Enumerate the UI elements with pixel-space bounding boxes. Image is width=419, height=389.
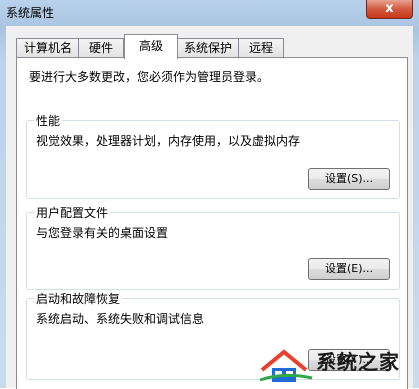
title-bar[interactable]: 系统属性 x: [0, 0, 419, 24]
group-desc-startup-recovery: 系统启动、系统失败和调试信息: [36, 312, 205, 326]
tab-remote[interactable]: 远程: [238, 38, 284, 58]
admin-note: 要进行大多数更改，您必须作为管理员登录。: [29, 70, 270, 84]
site-watermark: 系统之家: [258, 340, 419, 388]
tab-hardware[interactable]: 硬件: [78, 38, 124, 58]
window-title: 系统属性: [6, 6, 55, 20]
performance-group: 性能 视觉效果，处理器计划，内存使用，以及虚拟内存 设置(S)...: [26, 112, 400, 199]
performance-settings-button[interactable]: 设置(S)...: [308, 168, 390, 190]
close-button[interactable]: x: [366, 0, 413, 19]
group-title-performance: 性能: [34, 112, 63, 129]
window-frame: 系统属性 x 计算机名 硬件 高级 系统保护 远程 要进行大多数更改，您必须作为…: [0, 0, 419, 389]
group-title-startup-recovery: 启动和故障恢复: [34, 290, 123, 307]
user-profiles-settings-button[interactable]: 设置(E)...: [308, 258, 390, 280]
group-title-user-profiles: 用户配置文件: [34, 204, 111, 221]
user-profiles-group: 用户配置文件 与您登录有关的桌面设置 设置(E)...: [26, 204, 400, 290]
group-desc-performance: 视觉效果，处理器计划，内存使用，以及虚拟内存: [36, 134, 301, 148]
tab-computer-name[interactable]: 计算机名: [16, 38, 80, 58]
group-desc-user-profiles: 与您登录有关的桌面设置: [36, 226, 169, 240]
tab-advanced[interactable]: 高级: [124, 34, 178, 59]
tab-system-protection[interactable]: 系统保护: [176, 38, 240, 58]
house-logo-icon: [259, 349, 313, 382]
watermark-text: 系统之家: [316, 350, 400, 374]
dialog-client: 计算机名 硬件 高级 系统保护 远程 要进行大多数更改，您必须作为管理员登录。 …: [6, 26, 413, 389]
